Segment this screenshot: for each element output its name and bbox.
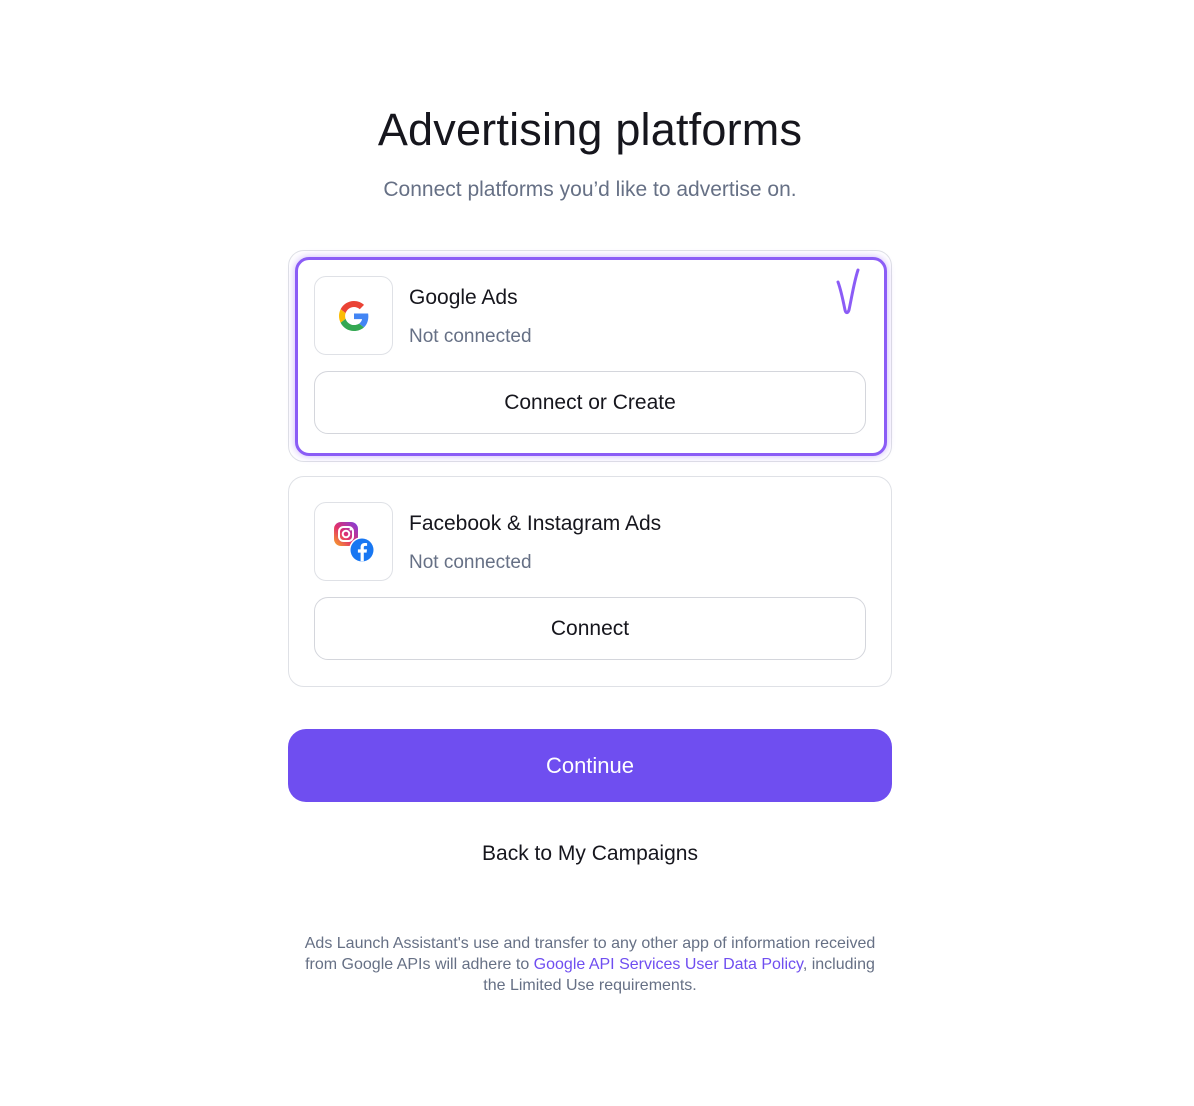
google-ads-name: Google Ads — [409, 286, 518, 309]
facebook-instagram-ads-status: Not connected — [409, 552, 532, 573]
continue-button[interactable]: Continue — [288, 729, 892, 802]
google-logo-icon — [338, 300, 368, 331]
facebook-instagram-ads-name: Facebook & Instagram Ads — [409, 512, 662, 535]
page-title: Advertising platforms — [377, 104, 803, 155]
google-api-disclosure: Ads Launch Assistant's use and transfer … — [296, 933, 884, 996]
google-ads-status: Not connected — [409, 326, 532, 347]
back-to-my-campaigns-link[interactable]: Back to My Campaigns — [0, 842, 1180, 866]
facebook-connect-button[interactable]: Connect — [314, 597, 866, 660]
google-api-policy-link[interactable]: Google API Services User Data Policy — [534, 956, 803, 973]
check-mark-annotation — [836, 268, 860, 315]
google-connect-or-create-button[interactable]: Connect or Create — [314, 371, 866, 434]
google-ads-logo — [314, 276, 393, 355]
facebook-instagram-logo-icon — [333, 521, 375, 563]
facebook-instagram-logo — [314, 502, 393, 581]
page-subtitle: Connect platforms you’d like to advertis… — [383, 178, 797, 201]
